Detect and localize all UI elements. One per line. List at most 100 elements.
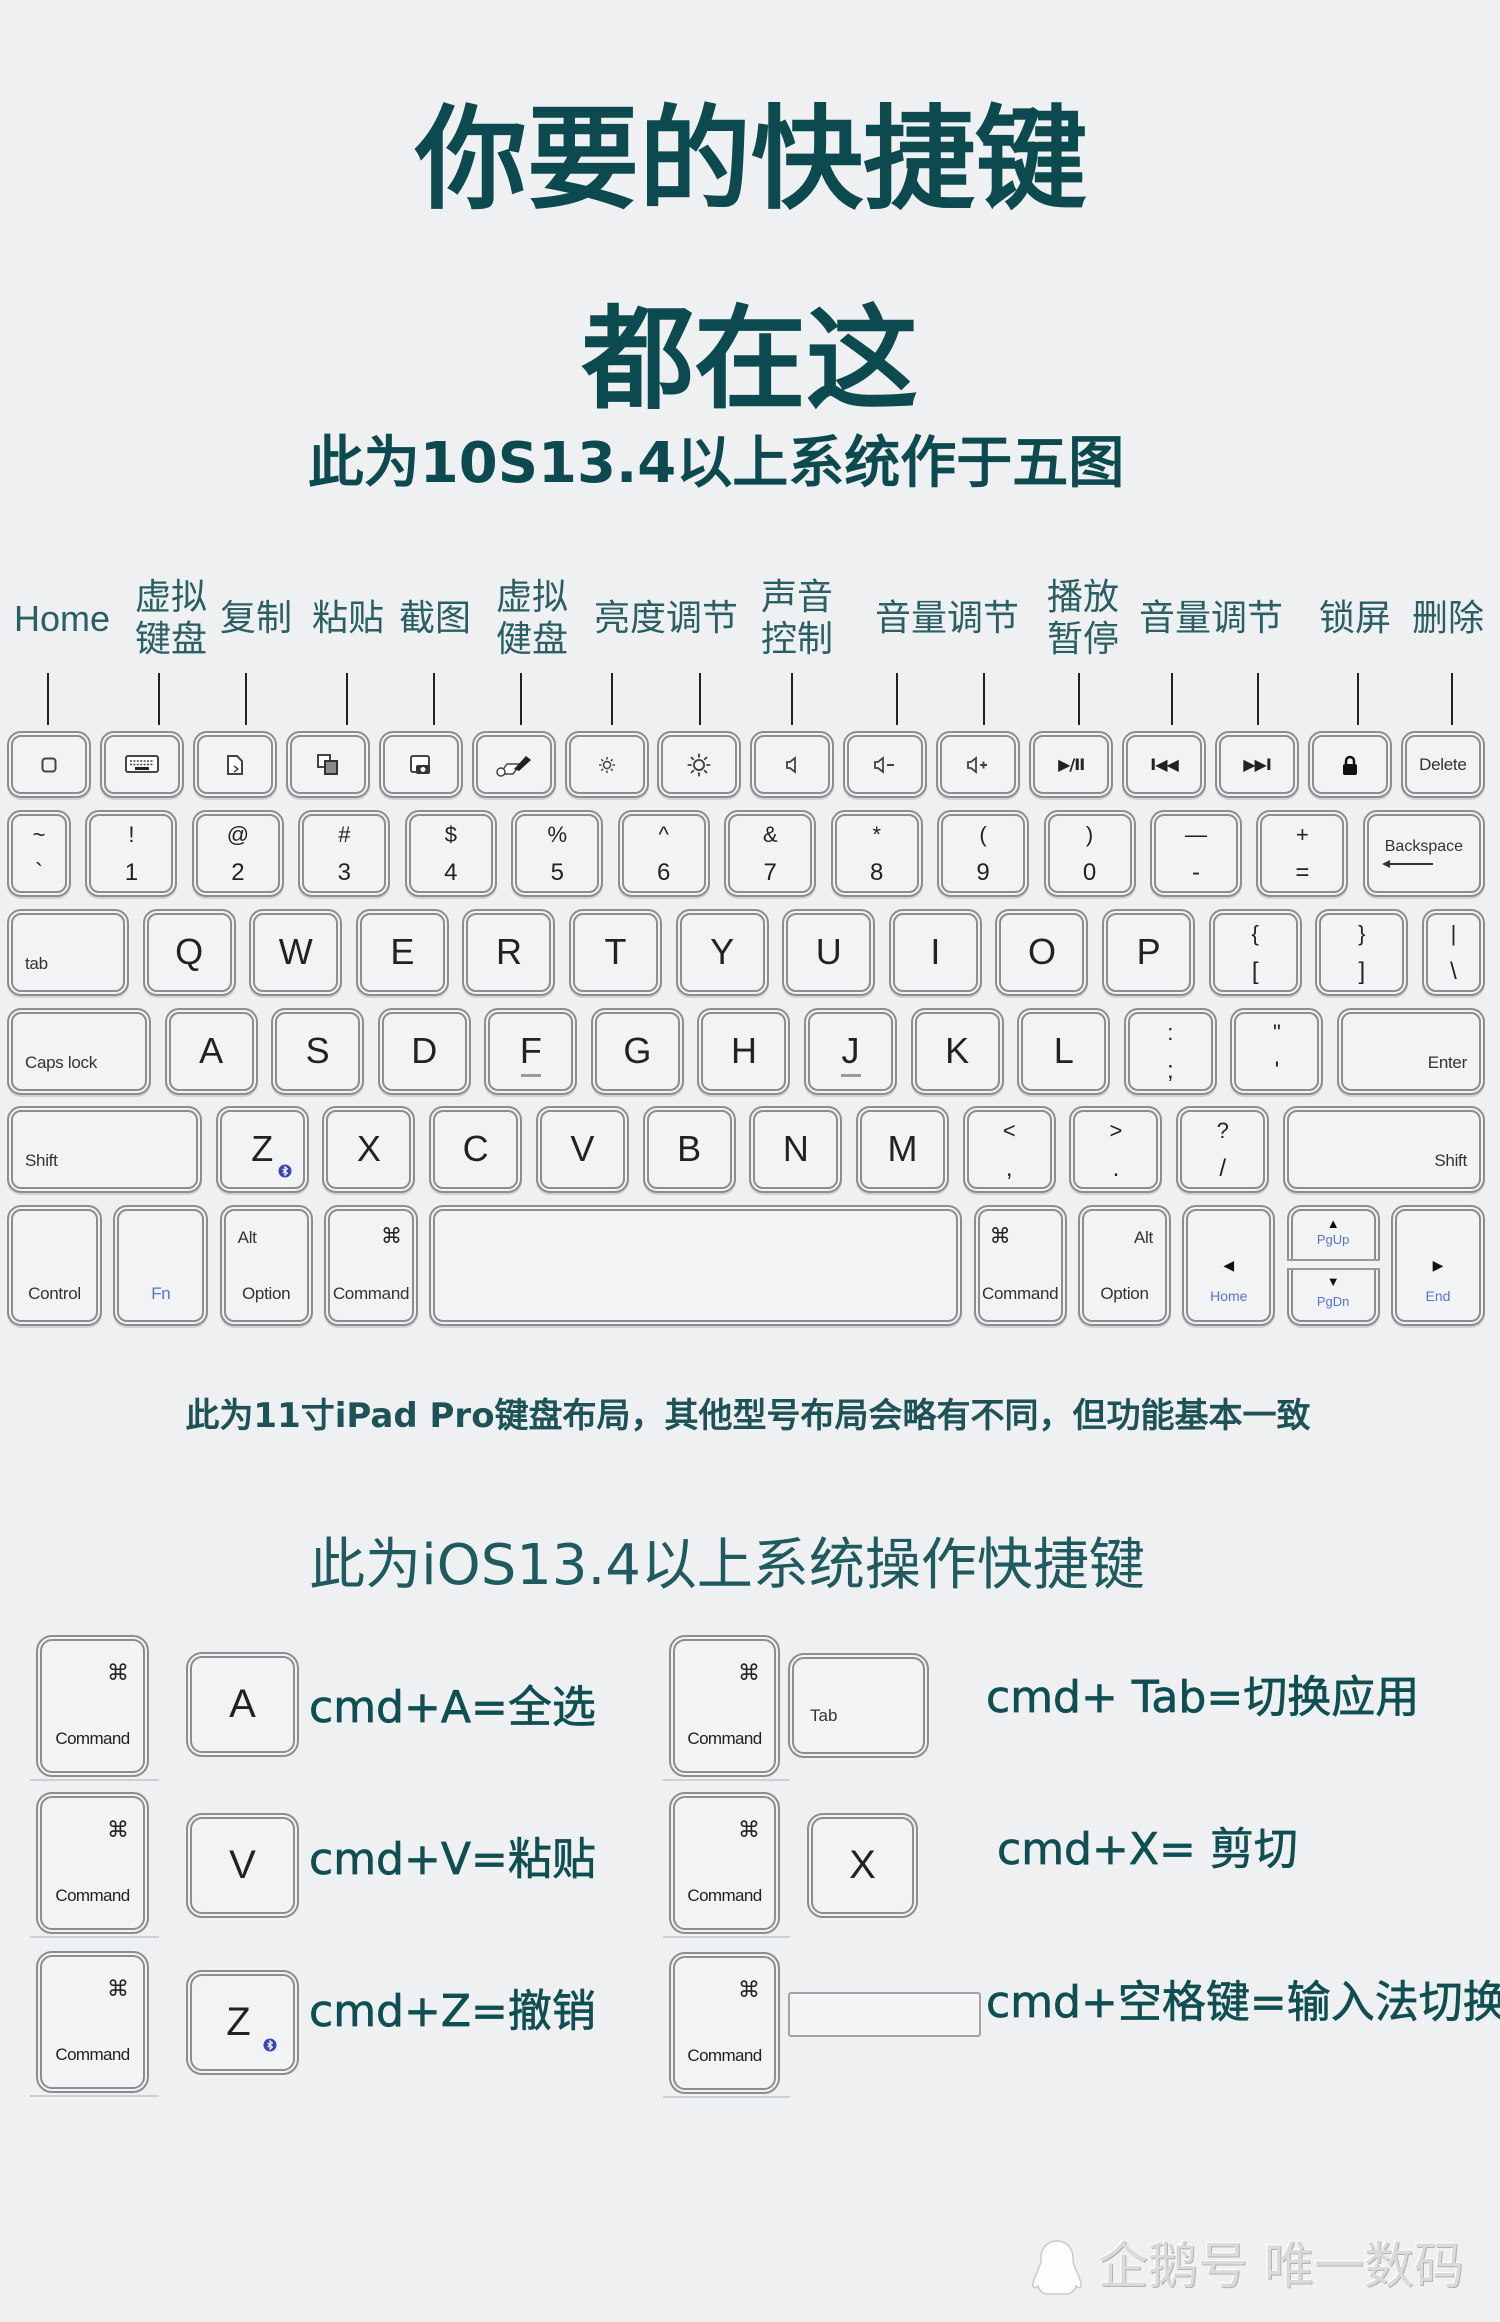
key-w[interactable]: W	[249, 909, 343, 996]
key-slash[interactable]: ? /	[1176, 1106, 1270, 1193]
key-9[interactable]: (9	[937, 810, 1030, 897]
key-p[interactable]: P	[1102, 909, 1196, 996]
key-left-arrow-home[interactable]: ◀ Home	[1182, 1205, 1276, 1326]
key-x[interactable]: X	[807, 1813, 918, 1918]
key-space[interactable]	[788, 1992, 981, 2037]
key-previous-track[interactable]: I◀◀	[1122, 731, 1207, 798]
key-h[interactable]: H	[697, 1008, 791, 1095]
key-label: E	[390, 930, 415, 972]
key-next-track[interactable]: ▶▶I	[1214, 731, 1299, 798]
key-d[interactable]: D	[377, 1008, 471, 1095]
key-label: Home	[1210, 1288, 1248, 1304]
key-space[interactable]	[429, 1205, 963, 1326]
copy-icon	[199, 754, 271, 776]
key-brightness-up[interactable]	[657, 731, 742, 798]
key-backslash[interactable]: | \	[1421, 909, 1485, 996]
key-8[interactable]: * 8	[830, 810, 923, 897]
key-k[interactable]: K	[910, 1008, 1004, 1095]
key-right-arrow-end[interactable]: ▶ End	[1390, 1205, 1485, 1326]
key-n[interactable]: N	[749, 1106, 843, 1193]
key-volume-down[interactable]	[843, 731, 928, 798]
key-1[interactable]: ! 1	[85, 810, 178, 897]
key-a[interactable]: A	[186, 1652, 299, 1757]
key-x[interactable]: X	[322, 1106, 416, 1193]
key-j[interactable]: J	[804, 1008, 898, 1095]
key-backtick[interactable]: ~ `	[7, 810, 71, 897]
key-a[interactable]: A	[164, 1008, 258, 1095]
key-7[interactable]: & 7	[724, 810, 817, 897]
key-right-shift[interactable]: Shift	[1282, 1106, 1485, 1193]
key-s[interactable]: S	[271, 1008, 365, 1095]
key-right-option[interactable]: Alt Option	[1077, 1205, 1171, 1326]
key-comma[interactable]: <,	[962, 1106, 1056, 1193]
key-i[interactable]: I	[888, 909, 982, 996]
key-q[interactable]: Q	[142, 909, 236, 996]
key-b[interactable]: B	[642, 1106, 736, 1193]
key-paste[interactable]	[285, 731, 370, 798]
key-2[interactable]: @2	[191, 810, 284, 897]
key-c[interactable]: C	[429, 1106, 523, 1193]
key-copy[interactable]	[192, 731, 277, 798]
key-3[interactable]: #3	[298, 810, 391, 897]
key-volume-up[interactable]	[936, 731, 1021, 798]
key-tab[interactable]: tab	[7, 909, 129, 996]
key-z[interactable]: Z	[215, 1106, 309, 1193]
key-label: A	[199, 1029, 224, 1071]
key-f[interactable]: F	[484, 1008, 578, 1095]
key-minus[interactable]: — -	[1149, 810, 1242, 897]
pointer-line	[1171, 673, 1173, 725]
key-v[interactable]: V	[535, 1106, 629, 1193]
key-virtual-keyboard[interactable]	[99, 731, 184, 798]
command-key[interactable]: ⌘ Command	[30, 1792, 159, 1938]
key-left-command[interactable]: ⌘ Command	[323, 1205, 418, 1326]
key-brightness-down[interactable]	[564, 731, 649, 798]
key-backspace[interactable]: Backspace	[1362, 810, 1485, 897]
key-label: L	[1053, 1029, 1074, 1071]
key-left-option[interactable]: Alt Option	[219, 1205, 313, 1326]
key-period[interactable]: >.	[1069, 1106, 1163, 1193]
key-fn[interactable]: Fn	[113, 1205, 209, 1326]
key-r[interactable]: R	[462, 909, 556, 996]
number-key-row: ~ ` ! 1 @2 #3 $4 % 5 ^ 6 & 7 * 8 (9 ) 0 — - + = B…	[7, 810, 1485, 897]
key-tab[interactable]: Tab	[788, 1653, 929, 1758]
key-home[interactable]	[7, 731, 91, 798]
key-draw[interactable]	[471, 731, 556, 798]
key-enter[interactable]: Enter	[1336, 1008, 1485, 1095]
key-y[interactable]: Y	[675, 909, 769, 996]
key-page-up-down[interactable]: ▲ PgUp ▼ PgDn	[1286, 1205, 1380, 1326]
key-delete[interactable]: Delete	[1400, 731, 1485, 798]
key-quote[interactable]: " '	[1230, 1008, 1324, 1095]
key-g[interactable]: G	[590, 1008, 684, 1095]
key-z[interactable]: Z	[186, 1970, 299, 2075]
key-5[interactable]: % 5	[511, 810, 604, 897]
key-m[interactable]: M	[856, 1106, 950, 1193]
key-6[interactable]: ^ 6	[617, 810, 710, 897]
key-o[interactable]: O	[995, 909, 1089, 996]
key-right-bracket[interactable]: }]	[1315, 909, 1409, 996]
key-e[interactable]: E	[355, 909, 449, 996]
key-mute[interactable]	[750, 731, 835, 798]
command-key[interactable]: ⌘ Command	[663, 1792, 790, 1938]
command-key[interactable]: ⌘ Command	[30, 1635, 159, 1781]
key-l[interactable]: L	[1017, 1008, 1111, 1095]
key-shift-symbol: $	[444, 822, 457, 847]
key-play-pause[interactable]: ▶/II	[1029, 731, 1114, 798]
command-key[interactable]: ⌘ Command	[30, 1951, 159, 2097]
key-left-bracket[interactable]: {[	[1208, 909, 1302, 996]
key-0[interactable]: ) 0	[1043, 810, 1136, 897]
key-lock[interactable]	[1307, 731, 1392, 798]
key-t[interactable]: T	[569, 909, 663, 996]
command-key[interactable]: ⌘ Command	[663, 1635, 790, 1781]
key-v[interactable]: V	[186, 1813, 299, 1918]
key-right-command[interactable]: ⌘ Command	[973, 1205, 1067, 1326]
key-control[interactable]: Control	[7, 1205, 102, 1326]
key-4[interactable]: $4	[404, 810, 497, 897]
key-u[interactable]: U	[782, 909, 876, 996]
key-equals[interactable]: + =	[1256, 810, 1349, 897]
key-semicolon[interactable]: :;	[1123, 1008, 1217, 1095]
command-key[interactable]: ⌘ Command	[663, 1952, 790, 2098]
key-screenshot[interactable]	[378, 731, 463, 798]
key-caps-lock[interactable]: Caps lock	[7, 1008, 151, 1095]
key-primary-symbol: 5	[550, 859, 564, 886]
key-left-shift[interactable]: Shift	[7, 1106, 202, 1193]
